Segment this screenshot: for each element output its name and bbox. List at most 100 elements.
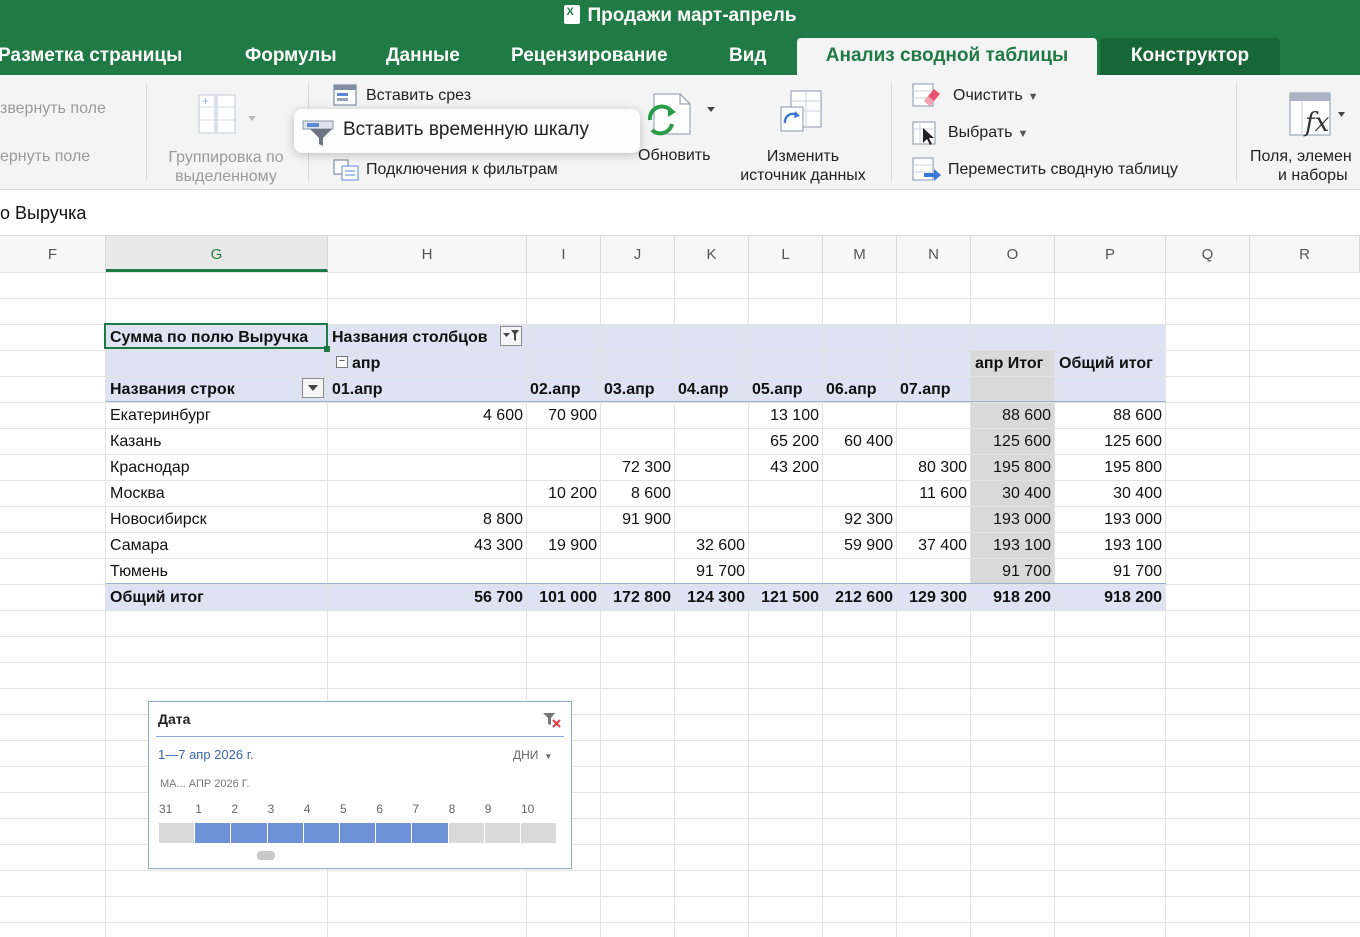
fill-handle[interactable] [324,346,330,352]
gridline [1165,272,1166,937]
column-header-q[interactable]: Q [1166,236,1250,272]
value-cell: 10 200 [548,485,597,502]
grand-total-cell: 193 000 [1104,511,1162,528]
formula-bar-content: о Выручка [0,203,87,223]
excel-document-icon [563,5,580,24]
collapse-month-button[interactable]: − [336,356,348,368]
column-header-h[interactable]: H [328,236,527,272]
timeline-range: 1—7 апр 2026 г. [158,747,254,762]
gridline [0,428,1360,429]
column-header-n[interactable]: N [897,236,971,272]
timeline-tick-label: 1 [195,802,202,816]
column-header-p[interactable]: P [1055,236,1166,272]
timeline-tick-label: 4 [303,802,311,816]
insert-slicer-button[interactable]: Вставить срез [366,87,471,105]
group-selection-icon: + [198,94,256,134]
tab-page-layout[interactable]: Разметка страницы [0,38,182,75]
change-source-button[interactable]: Изменить источник данных [730,147,876,185]
timeline-day-selected[interactable] [340,823,376,843]
date-header-07: 07.апр [900,381,951,398]
value-cell: 59 900 [844,537,893,554]
tab-review[interactable]: Рецензирование [511,38,668,75]
timeline-day[interactable] [521,823,557,843]
column-header-m[interactable]: M [823,236,897,272]
filter-connections-button[interactable]: Подключения к фильтрам [366,161,558,179]
column-header-k[interactable]: K [675,236,749,272]
total-row-label: Общий итог [110,589,204,606]
refresh-icon [647,93,715,136]
timeline-header-line [156,736,564,737]
tab-pivot-analyze[interactable]: Анализ сводной таблицы [797,38,1097,75]
timeline-scrollbar[interactable] [257,851,275,860]
group-selection-button[interactable]: Группировка по выделенному [159,148,293,186]
timeline-day-selected[interactable] [195,823,231,843]
ribbon-tabs: Разметка страницы Формулы Данные Рецензи… [0,38,1360,75]
move-pivot-button[interactable]: Переместить сводную таблицу [948,161,1178,179]
grand-total-cell: 195 800 [1104,459,1162,476]
timeline-tick-label: 6 [376,802,383,816]
clear-button[interactable]: Очистить ▼ [953,87,1039,105]
date-header-06: 06.апр [826,381,877,398]
filter-connections-icon [333,159,359,181]
timeline-day[interactable] [484,823,520,843]
timeline-day[interactable] [448,823,484,843]
column-header-l[interactable]: L [749,236,823,272]
select-button[interactable]: Выбрать ▼ [948,124,1028,142]
column-header-j[interactable]: J [601,236,675,272]
gridline [0,506,1360,507]
column-header-o[interactable]: O [971,236,1055,272]
formula-bar[interactable]: о Выручка [0,190,1360,236]
column-header-i[interactable]: I [527,236,601,272]
timeline-day-selected[interactable] [303,823,339,843]
refresh-button[interactable]: Обновить [638,147,710,165]
column-header-r[interactable]: R [1250,236,1360,272]
value-cell: 13 100 [770,407,819,424]
pivot-header-separator [106,401,1166,402]
window-title: Продажи март-апрель [587,5,797,26]
pivot-total-separator [106,583,1166,584]
column-header-g[interactable]: G [106,236,328,272]
timeline-day-selected[interactable] [267,823,303,843]
timeline-level-select[interactable]: ДНИ ▼ [513,748,552,762]
date-timeline[interactable]: Дата 1—7 апр 2026 г. ДНИ ▼ МА... АПР 2026… [148,701,572,869]
gridline [0,376,1360,377]
gridline [0,480,1360,481]
gridline [0,532,1360,533]
date-header-03: 03.апр [604,381,655,398]
gridline [0,272,1360,273]
tab-data[interactable]: Данные [386,38,460,75]
total-month-cell: 918 200 [993,589,1051,606]
value-cell: 72 300 [622,459,671,476]
timeline-day[interactable] [159,823,195,843]
timeline-tick-label: 31 [159,802,173,816]
grand-total-cell: 88 600 [1113,407,1162,424]
gridline [0,610,1360,611]
window-title-wrap: Продажи март-апрель [0,5,1360,27]
clear-filter-icon[interactable] [541,711,563,729]
insert-timeline-button[interactable]: Вставить временную шкалу [294,109,640,153]
gridline [0,350,1360,351]
clear-eraser-icon [912,83,940,107]
tab-view[interactable]: Вид [729,38,766,75]
timeline-day-selected[interactable] [376,823,412,843]
date-header-04: 04.апр [678,381,729,398]
row-filter-button[interactable] [302,378,324,398]
tab-formulas[interactable]: Формулы [245,38,337,75]
collapse-field-button[interactable]: ернуть поле [0,148,90,166]
fields-items-sets-button[interactable]: Поля, элемен и наборы [1250,147,1360,185]
column-header-f[interactable]: F [0,236,106,272]
gridline [0,662,1360,663]
value-cell: 43 300 [474,537,523,554]
tab-design[interactable]: Конструктор [1100,38,1280,75]
ribbon-divider [891,83,892,181]
dropdown-arrow-icon [308,385,318,391]
timeline-day-selected[interactable] [412,823,448,843]
gridline [1054,272,1055,937]
expand-field-button[interactable]: звернуть поле [0,100,106,118]
column-filter-button[interactable] [500,326,522,346]
move-pivot-icon [912,157,941,181]
gridline [0,896,1360,897]
gridline [0,636,1360,637]
select-label: Выбрать [948,124,1013,141]
timeline-day-selected[interactable] [231,823,267,843]
